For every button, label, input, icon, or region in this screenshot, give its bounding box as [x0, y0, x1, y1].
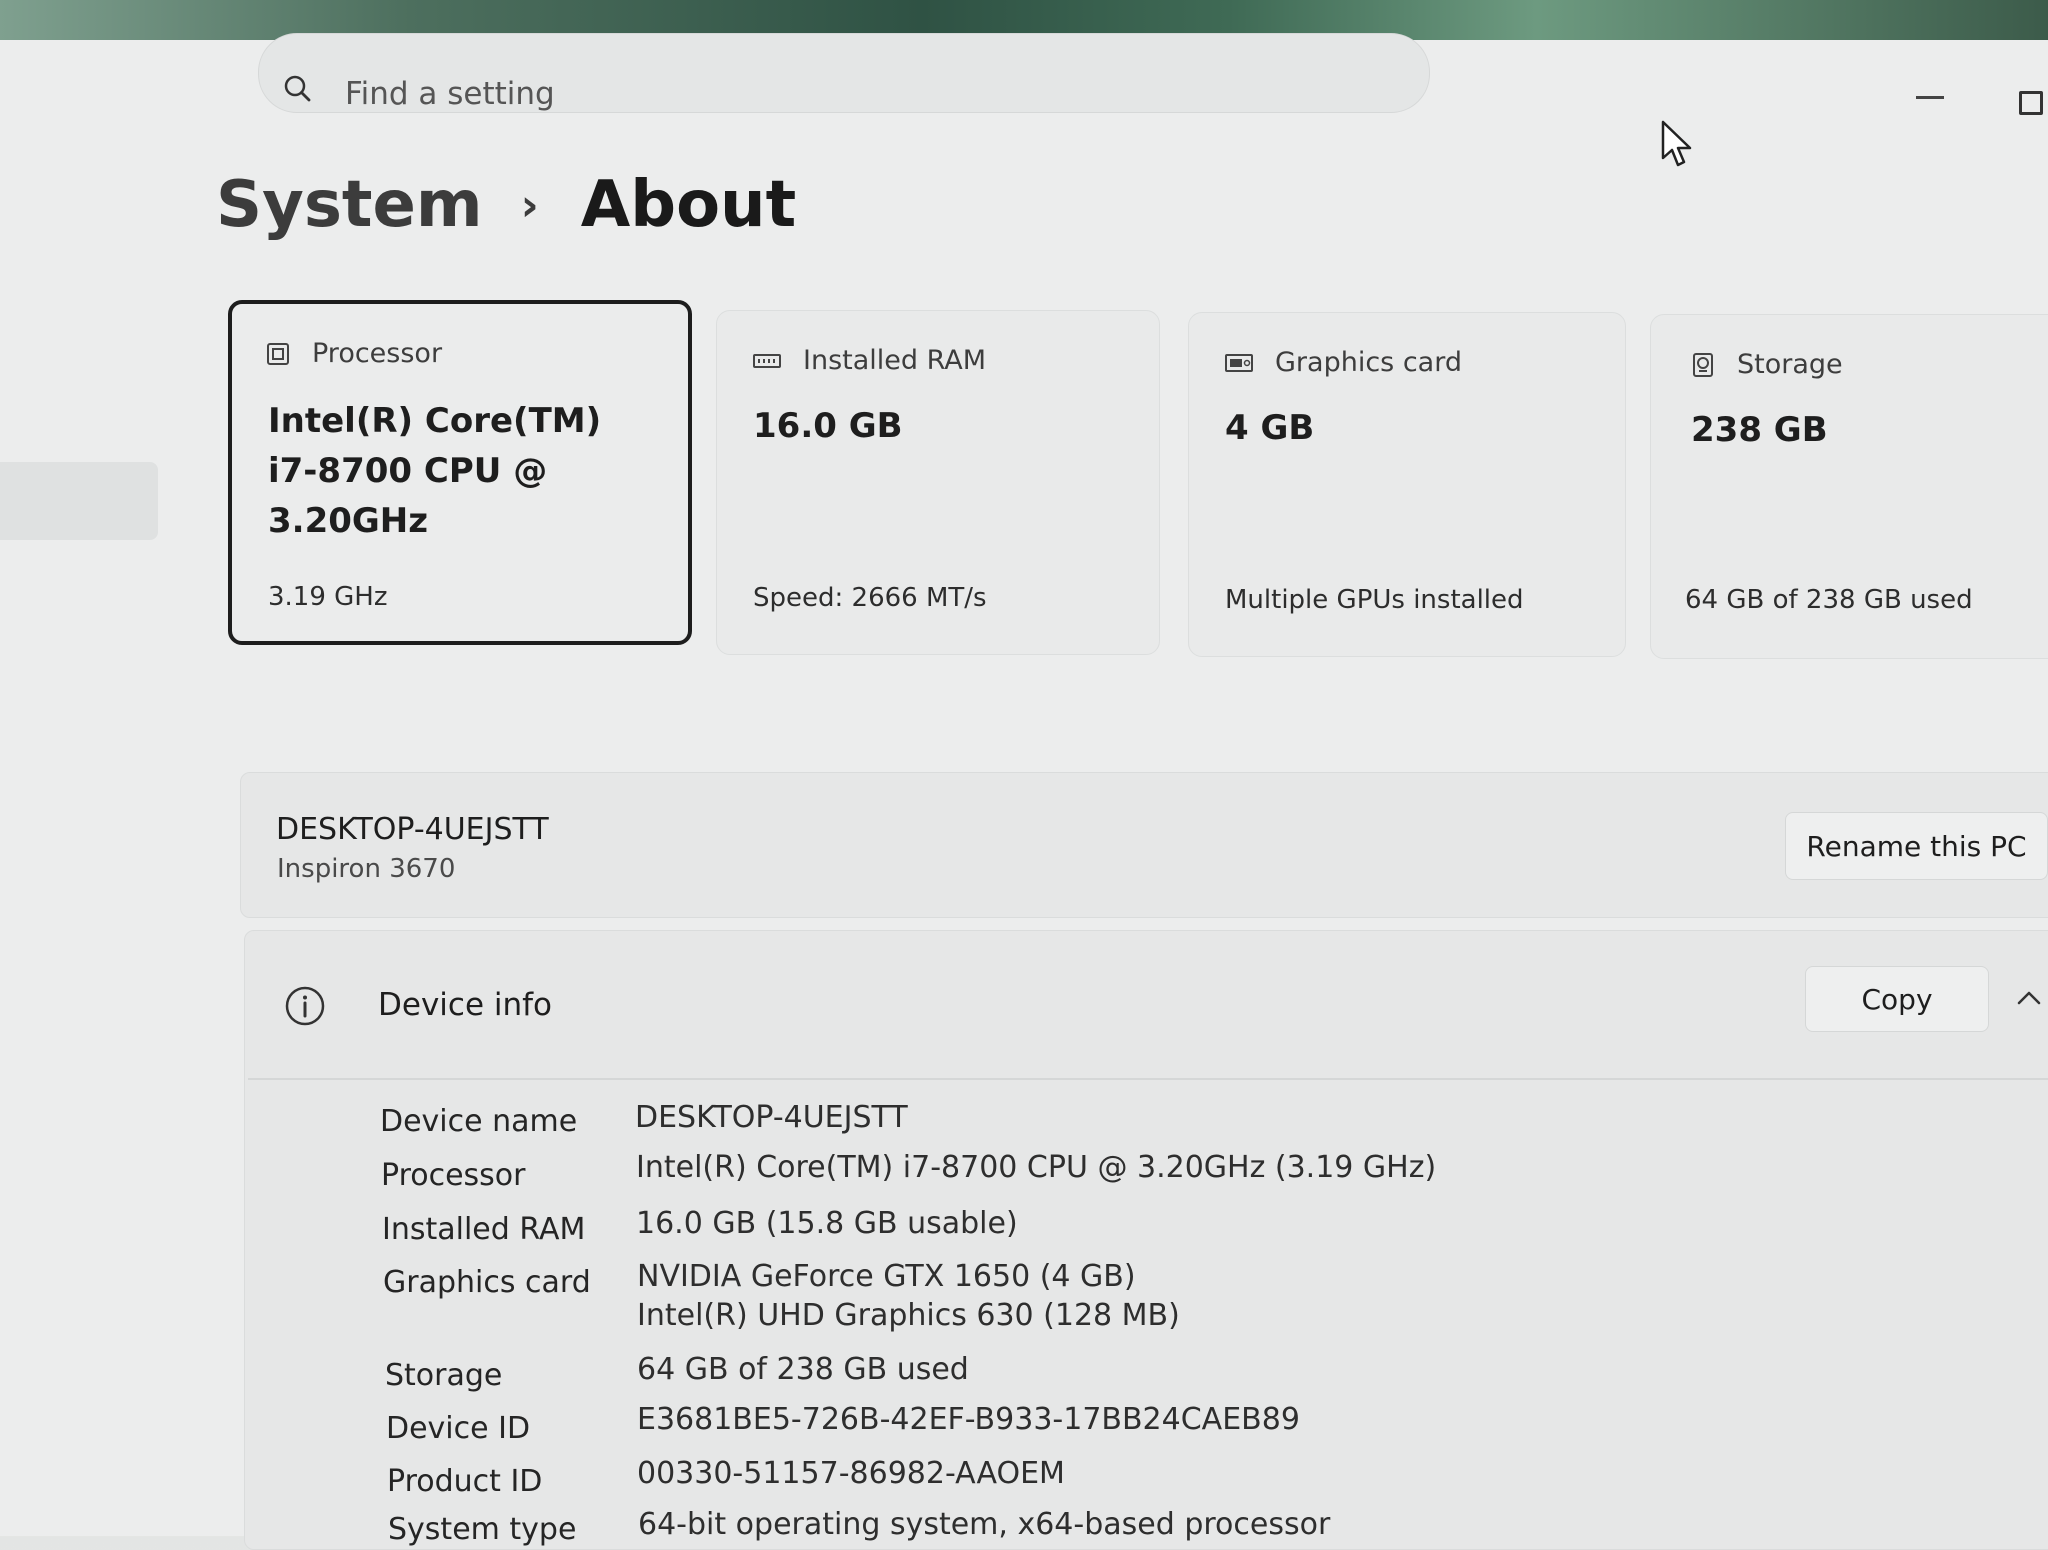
breadcrumb: System › About — [216, 168, 796, 242]
nav-pane-selected-item[interactable] — [0, 462, 158, 540]
ram-icon — [753, 353, 781, 368]
spec-card-processor[interactable]: Processor Intel(R) Core(TM) i7-8700 CPU … — [228, 300, 692, 645]
card-title: Storage — [1737, 349, 1843, 380]
spec-value: DESKTOP-4UEJSTT — [635, 1100, 908, 1135]
card-detail: Multiple GPUs installed — [1225, 585, 1524, 615]
spec-value: NVIDIA GeForce GTX 1650 (4 GB) — [637, 1259, 1136, 1294]
spec-card-graphics[interactable]: Graphics card 4 GB Multiple GPUs install… — [1188, 312, 1626, 657]
card-title: Processor — [312, 338, 443, 369]
info-icon — [285, 986, 325, 1026]
spec-value: 00330-51157-86982-AAOEM — [637, 1456, 1065, 1491]
card-title: Installed RAM — [803, 345, 987, 376]
divider — [248, 1078, 2048, 1080]
spec-label: Storage — [385, 1358, 503, 1393]
copy-button[interactable]: Copy — [1805, 966, 1989, 1032]
breadcrumb-system[interactable]: System — [216, 168, 483, 242]
spec-label: Device name — [380, 1104, 578, 1139]
pc-model: Inspiron 3670 — [277, 854, 456, 884]
search-icon — [284, 75, 311, 102]
card-value: 16.0 GB — [753, 406, 903, 446]
spec-label: System type — [388, 1512, 577, 1547]
rename-pc-button[interactable]: Rename this PC — [1785, 812, 2048, 880]
card-value: Intel(R) Core(TM) i7-8700 CPU @ 3.20GHz — [268, 401, 602, 541]
spec-card-ram[interactable]: Installed RAM 16.0 GB Speed: 2666 MT/s — [716, 310, 1160, 655]
card-value: 4 GB — [1225, 408, 1315, 448]
spec-value: Intel(R) Core(TM) i7-8700 CPU @ 3.20GHz … — [636, 1150, 1437, 1185]
processor-icon — [267, 342, 289, 365]
spec-value-secondary: Intel(R) UHD Graphics 630 (128 MB) — [637, 1298, 1180, 1333]
card-header: Storage — [1691, 349, 1843, 380]
card-header: Processor — [266, 338, 442, 369]
page-title: About — [580, 168, 797, 242]
card-detail: 64 GB of 238 GB used — [1685, 585, 1973, 615]
breadcrumb-separator: › — [520, 179, 539, 231]
card-value: 238 GB — [1691, 410, 1828, 450]
device-info-title[interactable]: Device info — [378, 987, 552, 1023]
maximize-button[interactable] — [2019, 91, 2043, 115]
spec-value: E3681BE5-726B-42EF-B933-17BB24CAEB89 — [637, 1402, 1300, 1437]
minimize-button[interactable] — [1916, 96, 1944, 99]
spec-card-storage[interactable]: Storage 238 GB 64 GB of 238 GB used — [1650, 314, 2048, 659]
graphics-card-icon — [1225, 353, 1253, 372]
spec-value: 64-bit operating system, x64-based proce… — [638, 1507, 1331, 1542]
pc-name: DESKTOP-4UEJSTT — [276, 812, 549, 847]
card-header: Installed RAM — [753, 345, 986, 376]
card-detail: Speed: 2666 MT/s — [753, 583, 987, 613]
spec-label: Product ID — [387, 1464, 543, 1499]
mouse-cursor-icon — [1661, 120, 1692, 167]
card-header: Graphics card — [1225, 347, 1462, 378]
spec-label: Graphics card — [383, 1265, 591, 1300]
spec-label: Device ID — [386, 1411, 531, 1446]
spec-value: 16.0 GB (15.8 GB usable) — [636, 1206, 1018, 1241]
storage-icon — [1693, 352, 1713, 377]
chevron-up-icon[interactable] — [2015, 985, 2043, 1009]
search-input[interactable] — [345, 70, 1245, 118]
spec-value: 64 GB of 238 GB used — [637, 1352, 969, 1387]
card-title: Graphics card — [1275, 347, 1462, 378]
spec-label: Processor — [381, 1158, 526, 1193]
card-detail: 3.19 GHz — [268, 582, 388, 612]
spec-label: Installed RAM — [382, 1212, 586, 1247]
